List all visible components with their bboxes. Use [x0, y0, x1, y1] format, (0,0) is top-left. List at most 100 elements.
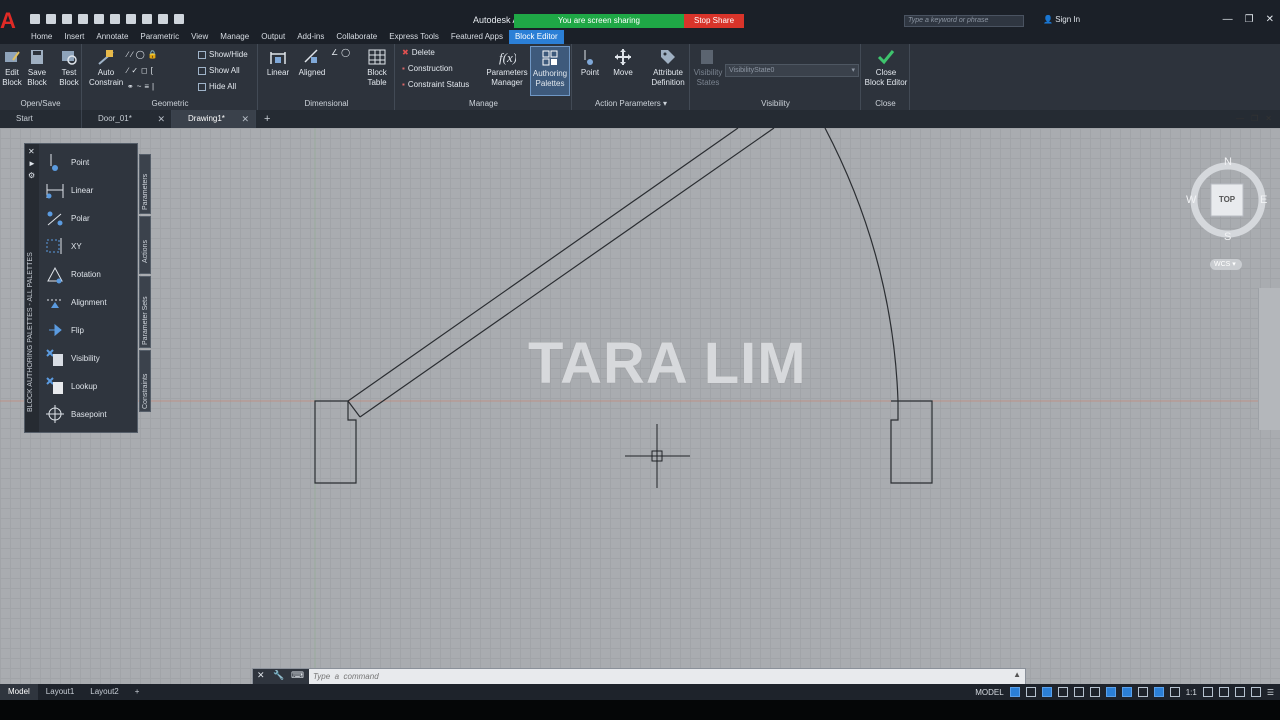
close-tab-icon[interactable]: ✕: [241, 110, 249, 128]
command-prompt-icon[interactable]: ⌨: [291, 670, 304, 681]
linear-constraint-button[interactable]: Linear: [265, 48, 291, 78]
palette-item-linear[interactable]: Linear: [45, 176, 123, 204]
isolate-objects-icon[interactable]: [1234, 687, 1245, 697]
close-tab-icon[interactable]: ✕: [157, 110, 165, 128]
vertical-icon[interactable]: |: [152, 82, 154, 91]
palette-item-xy[interactable]: XY: [45, 232, 123, 260]
object-snap-icon[interactable]: [1121, 687, 1132, 697]
infer-constraints-icon[interactable]: [1041, 687, 1052, 697]
parallel-icon[interactable]: ∕: [127, 66, 128, 75]
delete-button[interactable]: ✖ Delete: [402, 48, 435, 57]
visibility-state-select[interactable]: VisibilityState0 ▾: [725, 64, 859, 77]
restore-icon[interactable]: ❐: [1245, 14, 1254, 25]
palette-item-basepoint[interactable]: Basepoint: [45, 400, 123, 428]
grid-icon[interactable]: [1009, 687, 1020, 697]
ucs-menu[interactable]: WCS ▾: [1210, 259, 1242, 270]
search-input[interactable]: Type a keyword or phrase: [904, 15, 1024, 27]
tab-featured-apps[interactable]: Featured Apps: [445, 30, 509, 44]
annotation-scale-button[interactable]: 1:1: [1186, 688, 1197, 697]
command-input[interactable]: [313, 670, 1013, 683]
polar-tracking-icon[interactable]: [1073, 687, 1084, 697]
palette-item-point[interactable]: Point: [45, 148, 123, 176]
block-table-button[interactable]: Block Table: [363, 48, 391, 88]
concentric-icon[interactable]: ◯: [136, 50, 145, 59]
compass-south[interactable]: S: [1224, 231, 1231, 243]
minimize-icon[interactable]: —: [1223, 14, 1233, 25]
palette-item-polar[interactable]: Polar: [45, 204, 123, 232]
clean-screen-icon[interactable]: [1250, 687, 1261, 697]
panel-title-open-save[interactable]: Open/Save: [0, 99, 81, 108]
isodraft-icon[interactable]: [1089, 687, 1100, 697]
saveas-icon[interactable]: [78, 14, 88, 24]
tab-output[interactable]: Output: [255, 30, 291, 44]
tab-manage[interactable]: Manage: [214, 30, 255, 44]
new-icon[interactable]: [30, 14, 40, 24]
construction-button[interactable]: ▪ Construction: [402, 64, 453, 73]
tab-block-editor[interactable]: Block Editor: [508, 30, 564, 44]
close-icon[interactable]: ✕: [1266, 14, 1274, 25]
smooth-icon[interactable]: ~: [137, 82, 142, 91]
point-parameter-button[interactable]: Point: [577, 48, 603, 78]
tab-collaborate[interactable]: Collaborate: [330, 30, 383, 44]
add-layout-plus-icon[interactable]: +: [127, 684, 148, 700]
horizontal-icon[interactable]: ◻: [141, 66, 148, 75]
tab-home[interactable]: Home: [25, 30, 58, 44]
layout-tab-model[interactable]: Model: [0, 684, 38, 700]
compass-west[interactable]: W: [1186, 194, 1196, 206]
web-icon[interactable]: [94, 14, 104, 24]
wrench-icon[interactable]: 🔧: [273, 670, 284, 681]
tab-insert[interactable]: Insert: [58, 30, 90, 44]
perpendicular-icon[interactable]: ✓: [131, 66, 138, 75]
doc-tab-door[interactable]: Door_01* ✕: [82, 110, 172, 128]
save-block-button[interactable]: Save Block: [24, 48, 50, 88]
layout-tab-layout2[interactable]: Layout2: [82, 684, 126, 700]
save-icon[interactable]: [62, 14, 72, 24]
authoring-palettes-button[interactable]: Authoring Palettes: [530, 46, 570, 96]
palette-item-visibility[interactable]: Visibility: [45, 344, 123, 372]
show-all-button[interactable]: Show All: [198, 66, 240, 75]
angular-icon[interactable]: ∠: [331, 48, 338, 57]
constraint-status-button[interactable]: ▪ Constraint Status: [402, 80, 469, 89]
command-close-icon[interactable]: ✕: [257, 670, 265, 681]
open-icon[interactable]: [46, 14, 56, 24]
attribute-definition-button[interactable]: Attribute Definition: [647, 48, 689, 88]
palette-tab-constraints[interactable]: Constraints: [139, 350, 151, 412]
workspace-gear-icon[interactable]: [1202, 687, 1213, 697]
print-icon[interactable]: [174, 14, 184, 24]
aligned-constraint-button[interactable]: Aligned: [297, 48, 327, 78]
snap-icon[interactable]: [1025, 687, 1036, 697]
app-logo[interactable]: A: [0, 10, 20, 32]
annotation-monitor-icon[interactable]: [1218, 687, 1229, 697]
edit-block-button[interactable]: Edit Block: [0, 48, 24, 88]
palette-tab-parameter-sets[interactable]: Parameter Sets: [139, 276, 151, 348]
visibility-states-button[interactable]: Visibility States: [693, 48, 723, 88]
stop-share-button[interactable]: Stop Share: [684, 14, 744, 28]
equal-icon[interactable]: ≡: [144, 82, 149, 91]
palette-item-rotation[interactable]: Rotation: [45, 260, 123, 288]
viewport-restore-icon[interactable]: ❐: [1251, 114, 1258, 123]
navigation-bar[interactable]: [1258, 288, 1280, 430]
tangent-icon[interactable]: ⚭: [127, 82, 134, 91]
coincident-icon[interactable]: ∕: [127, 50, 128, 59]
sign-in-button[interactable]: 👤 Sign In: [1043, 15, 1080, 24]
move-action-button[interactable]: Move: [609, 48, 637, 78]
annotation-visibility-icon[interactable]: [1153, 687, 1164, 697]
layout-tab-layout1[interactable]: Layout1: [38, 684, 82, 700]
new-tab-plus-icon[interactable]: +: [256, 113, 270, 125]
tab-view[interactable]: View: [185, 30, 214, 44]
tab-express-tools[interactable]: Express Tools: [383, 30, 445, 44]
palette-tab-parameters[interactable]: Parameters: [139, 154, 151, 214]
model-space-button[interactable]: MODEL: [975, 688, 1003, 697]
lineweight-icon[interactable]: [1137, 687, 1148, 697]
palette-item-alignment[interactable]: Alignment: [45, 288, 123, 316]
palette-close-icon[interactable]: ✕: [28, 147, 35, 156]
fix-icon[interactable]: 🔒: [148, 50, 158, 59]
test-block-button[interactable]: Test Block: [56, 48, 82, 88]
palette-tab-actions[interactable]: Actions: [139, 216, 151, 274]
panel-title-action-parameters[interactable]: Action Parameters ▾: [573, 99, 689, 108]
tab-parametric[interactable]: Parametric: [134, 30, 185, 44]
show-hide-button[interactable]: Show/Hide: [198, 50, 248, 59]
viewcube[interactable]: N S E W TOP: [1186, 156, 1270, 246]
palette-item-lookup[interactable]: Lookup: [45, 372, 123, 400]
ortho-icon[interactable]: [1057, 687, 1068, 697]
